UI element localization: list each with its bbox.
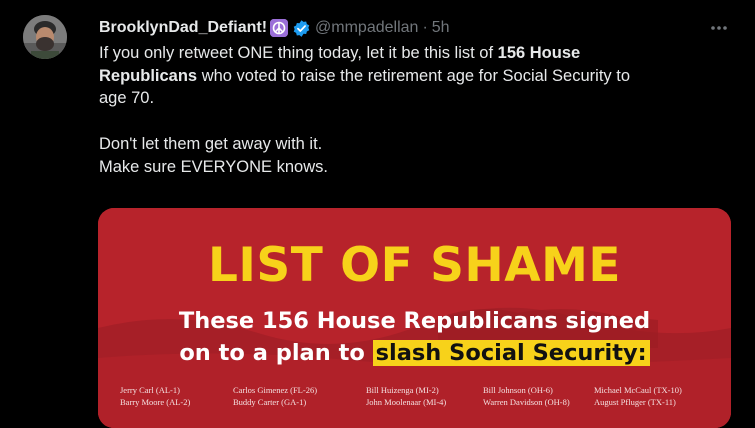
list-item: Buddy Carter (GA-1) — [233, 397, 307, 407]
tweet-text-segment: who voted to raise the retirement age fo… — [197, 66, 630, 85]
timestamp[interactable]: 5h — [432, 19, 450, 37]
image-subtitle-line-1: These 156 House Republicans signed — [178, 308, 651, 334]
tweet-line-5: Make sure EVERYONE knows. — [99, 157, 328, 176]
tweet-header: BrooklynDad_Defiant! @mmpadellan · 5h — [99, 16, 450, 40]
list-item: Barry Moore (AL-2) — [120, 397, 191, 407]
image-subtitle-segment: on to a plan to — [179, 340, 373, 366]
list-item: August Pfluger (TX-11) — [594, 397, 676, 407]
list-item: Warren Davidson (OH-8) — [483, 397, 570, 407]
tweet-line-3: age 70. — [99, 89, 155, 107]
image-subtitle-line-2: on to a plan to slash Social Security: — [98, 339, 731, 367]
tweet-line-4: Don't let them get away with it. — [99, 135, 323, 153]
tweet-text-bold: 156 House — [497, 44, 581, 62]
list-item: Michael McCaul (TX-10) — [594, 385, 682, 395]
separator-dot: · — [422, 19, 428, 36]
list-item: Bill Johnson (OH-6) — [483, 385, 553, 395]
handle[interactable]: @mmpadellan — [315, 19, 418, 37]
avatar[interactable] — [23, 15, 67, 59]
verified-badge-icon[interactable] — [292, 19, 311, 38]
list-item: Carlos Gimenez (FL-26) — [233, 385, 318, 395]
image-title: LIST OF SHAME — [207, 238, 622, 293]
list-item: Jerry Carl (AL-1) — [120, 385, 180, 395]
list-item: Bill Huizenga (MI-2) — [366, 385, 439, 395]
tweet-line-1: If you only retweet ONE thing today, let… — [99, 42, 739, 65]
image-subtitle-highlight: slash Social Security: — [372, 340, 650, 366]
display-name[interactable]: BrooklynDad_Defiant! — [99, 19, 267, 37]
tweet-text-segment: If you only retweet ONE thing today, let… — [99, 44, 498, 62]
tweet-text: If you only retweet ONE thing today, let… — [99, 42, 739, 178]
list-item: John Moolenaar (MI-4) — [366, 397, 447, 407]
more-options-icon[interactable] — [708, 18, 732, 38]
peace-symbol-icon — [270, 19, 289, 37]
tweet-line-2: Republicans who voted to raise the retir… — [99, 65, 739, 88]
tweet-card[interactable]: BrooklynDad_Defiant! @mmpadellan · 5h If… — [0, 0, 755, 428]
tweet-text-bold: Republicans — [99, 66, 198, 85]
tweet-image[interactable]: LIST OF SHAME These 156 House Republican… — [98, 208, 731, 428]
